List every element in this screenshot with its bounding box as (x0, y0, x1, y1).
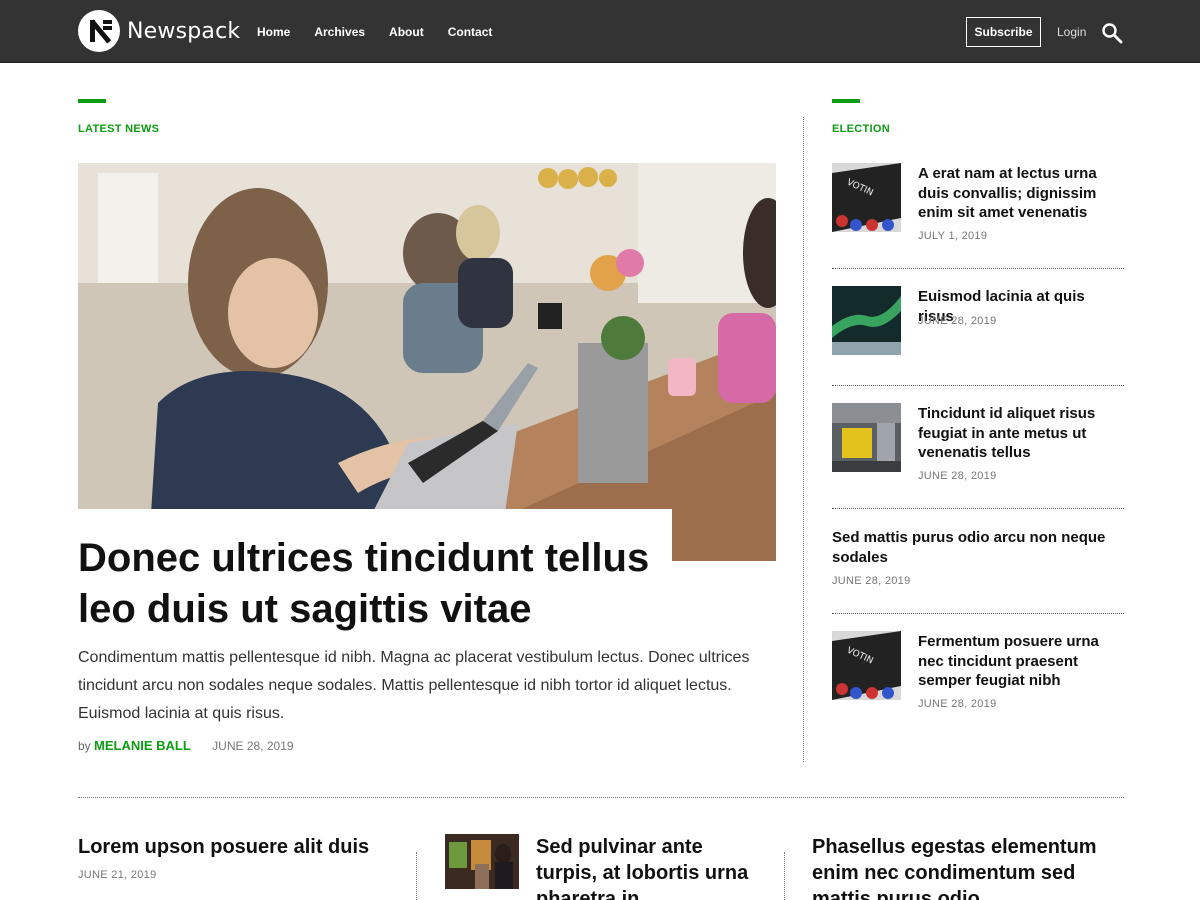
post-date: JUNE 28, 2019 (212, 739, 294, 753)
column-divider (416, 852, 417, 900)
nav-home[interactable]: Home (257, 25, 290, 39)
bottom-post-title[interactable]: Lorem upson posuere alit duis (78, 834, 398, 860)
sidebar-item-title[interactable]: Fermentum posuere urna nec tincidunt pra… (918, 632, 1124, 691)
sidebar-item[interactable]: Sed mattis purus odio arcu non neque sod… (832, 527, 1124, 587)
sidebar-item-date: JUNE 28, 2019 (832, 575, 911, 587)
login-link[interactable]: Login (1057, 25, 1086, 39)
bottom-post-date: JUNE 21, 2019 (78, 869, 157, 881)
featured-excerpt: Condimentum mattis pellentesque id nibh.… (78, 649, 750, 722)
sidebar-item-title[interactable]: Tincidunt id aliquet risus feugiat in an… (918, 404, 1118, 463)
newspack-logo-icon (78, 10, 120, 52)
sidebar-item-title[interactable]: Sed mattis purus odio arcu non neque sod… (832, 528, 1122, 567)
sidebar-item[interactable]: VOTIN A erat nam at lectus urna duis con… (832, 163, 1124, 253)
sidebar-item-date: JUNE 28, 2019 (918, 698, 997, 710)
main-nav: Home Archives About Contact (257, 25, 492, 39)
byline: by MELANIE BALL JUNE 28, 2019 (78, 738, 294, 753)
section-label-election: ELECTION (832, 123, 891, 135)
sidebar-item-date: JUNE 28, 2019 (918, 315, 997, 327)
sidebar-item-date: JULY 1, 2019 (918, 230, 988, 242)
bottom-post-title[interactable]: Phasellus egestas elementum enim nec con… (812, 834, 1112, 900)
sidebar-divider (832, 613, 1124, 614)
bottom-post-title[interactable]: Sed pulvinar ante turpis, at lobortis ur… (536, 834, 761, 900)
column-divider (803, 117, 804, 762)
sidebar-divider (832, 268, 1124, 269)
sidebar-item[interactable]: Euismod lacinia at quis risus JUNE 28, 2… (832, 286, 1124, 366)
section-label-latest: LATEST NEWS (78, 123, 160, 135)
sidebar-divider (832, 508, 1124, 509)
author-link[interactable]: MELANIE BALL (94, 738, 191, 753)
site-header: Newspack Home Archives About Contact Sub… (0, 0, 1200, 63)
sidebar-item-date: JUNE 28, 2019 (918, 470, 997, 482)
sidebar-item[interactable]: Tincidunt id aliquet risus feugiat in an… (832, 403, 1124, 493)
sidebar-thumbnail[interactable] (832, 286, 901, 355)
site-logo[interactable]: Newspack (78, 10, 240, 52)
section-accent-bar (78, 99, 106, 103)
sidebar-item[interactable]: VOTIN Fermentum posuere urna nec tincidu… (832, 631, 1124, 721)
section-divider (78, 797, 1124, 798)
featured-title[interactable]: Donec ultrices tincidunt tellus leo duis… (78, 533, 668, 635)
site-name: Newspack (127, 18, 241, 44)
subscribe-button[interactable]: Subscribe (966, 17, 1041, 47)
nav-about[interactable]: About (389, 25, 424, 39)
sidebar-thumbnail[interactable]: VOTIN (832, 163, 901, 232)
sidebar-item-title[interactable]: A erat nam at lectus urna duis convallis… (918, 164, 1118, 223)
bottom-post-thumbnail[interactable] (445, 834, 519, 889)
nav-archives[interactable]: Archives (314, 25, 365, 39)
sidebar-thumbnail[interactable] (832, 403, 901, 472)
section-accent-bar (832, 99, 860, 103)
sidebar-thumbnail[interactable]: VOTIN (832, 631, 901, 700)
byline-prefix: by (78, 739, 91, 753)
sidebar-divider (832, 385, 1124, 386)
column-divider (784, 852, 785, 900)
nav-contact[interactable]: Contact (448, 25, 493, 39)
search-icon[interactable] (1101, 22, 1123, 44)
featured-image[interactable] (78, 163, 776, 561)
